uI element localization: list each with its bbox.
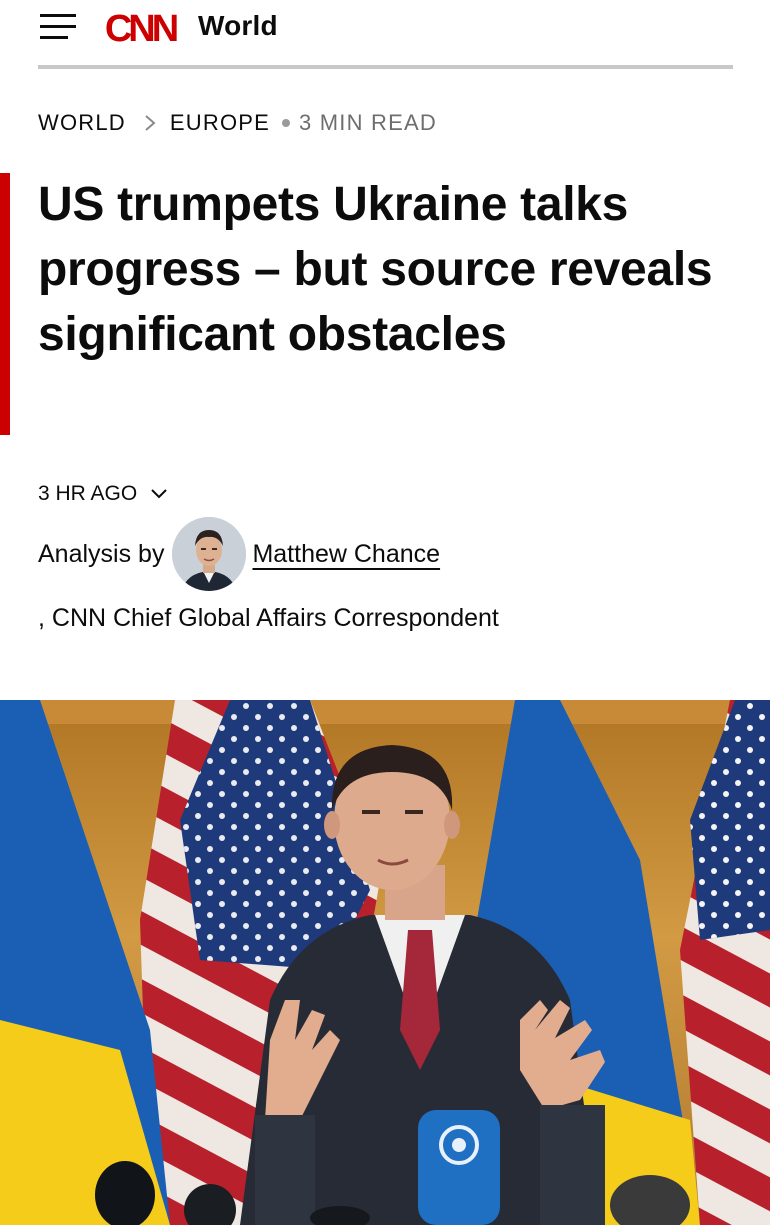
cnn-logo-text: CNN [105,8,177,48]
cnn-logo-mark: CNN [105,8,181,50]
chevron-down-icon [151,489,167,499]
author-link[interactable]: Matthew Chance [252,540,440,569]
breadcrumb-world[interactable]: WORLD [38,110,126,136]
hamburger-menu-icon[interactable] [40,14,78,40]
section-title[interactable]: World [198,10,278,42]
read-time: 3 MIN READ [299,110,437,135]
timestamp-toggle[interactable]: 3 HR AGO [38,482,169,506]
breadcrumb-europe[interactable]: EUROPE [170,110,270,136]
breadcrumb: WORLD EUROPE 3 MIN READ [38,110,437,136]
byline-prefix: Analysis by [38,539,165,568]
hero-photo-scene [0,700,770,1225]
cnn-logo[interactable]: CNN [96,6,184,50]
byline: Analysis by Matthew Chance [38,516,440,592]
timestamp-text: 3 HR AGO [38,482,138,505]
author-role: , CNN Chief Global Affairs Correspondent [38,604,499,632]
header-divider [38,65,733,69]
headline-accent-bar [0,173,10,435]
site-header: CNN World [0,0,770,70]
chevron-right-icon [145,115,156,131]
author-avatar[interactable] [172,517,247,591]
hero-photo[interactable] [0,700,770,1225]
author-portrait [172,517,247,591]
separator-dot [282,119,290,127]
article-headline: US trumpets Ukraine talks progress – but… [38,178,713,361]
